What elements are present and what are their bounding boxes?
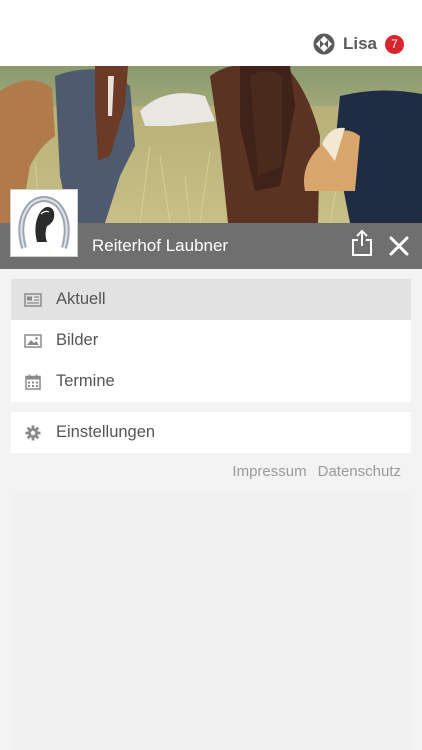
menu-item-einstellungen[interactable]: Einstellungen	[11, 412, 411, 453]
secondary-menu: Einstellungen	[11, 412, 411, 453]
notification-badge: 7	[385, 34, 404, 54]
club-name: Reiterhof Laubner	[92, 236, 229, 255]
menu-item-label: Bilder	[56, 331, 99, 349]
impressum-link[interactable]: Impressum	[232, 463, 306, 480]
calendar-icon	[25, 374, 41, 390]
user-name: Lisa	[342, 34, 377, 53]
menu-item-aktuell[interactable]: Aktuell	[11, 279, 411, 320]
image-icon	[24, 333, 42, 348]
menu-item-termine[interactable]: Termine	[11, 361, 411, 402]
user-chip[interactable]: Lisa 7	[313, 32, 404, 56]
horseshoe-logo-icon	[18, 196, 70, 249]
share-icon[interactable]	[350, 229, 374, 257]
app-logo-icon	[313, 33, 335, 55]
newspaper-icon	[24, 292, 42, 307]
footer-links: Impressum Datenschutz	[232, 463, 401, 480]
top-bar: Lisa 7	[0, 0, 422, 66]
menu-item-label: Termine	[56, 372, 115, 390]
menu-item-bilder[interactable]: Bilder	[11, 320, 411, 361]
primary-menu: Aktuell Bilder Termine	[11, 279, 411, 402]
menu-item-label: Aktuell	[56, 290, 106, 308]
menu-item-label: Einstellungen	[56, 423, 156, 441]
club-logo	[10, 189, 78, 257]
close-icon[interactable]	[388, 235, 410, 257]
datenschutz-link[interactable]: Datenschutz	[318, 463, 401, 480]
gear-icon	[25, 425, 41, 440]
empty-content-area	[11, 494, 411, 750]
